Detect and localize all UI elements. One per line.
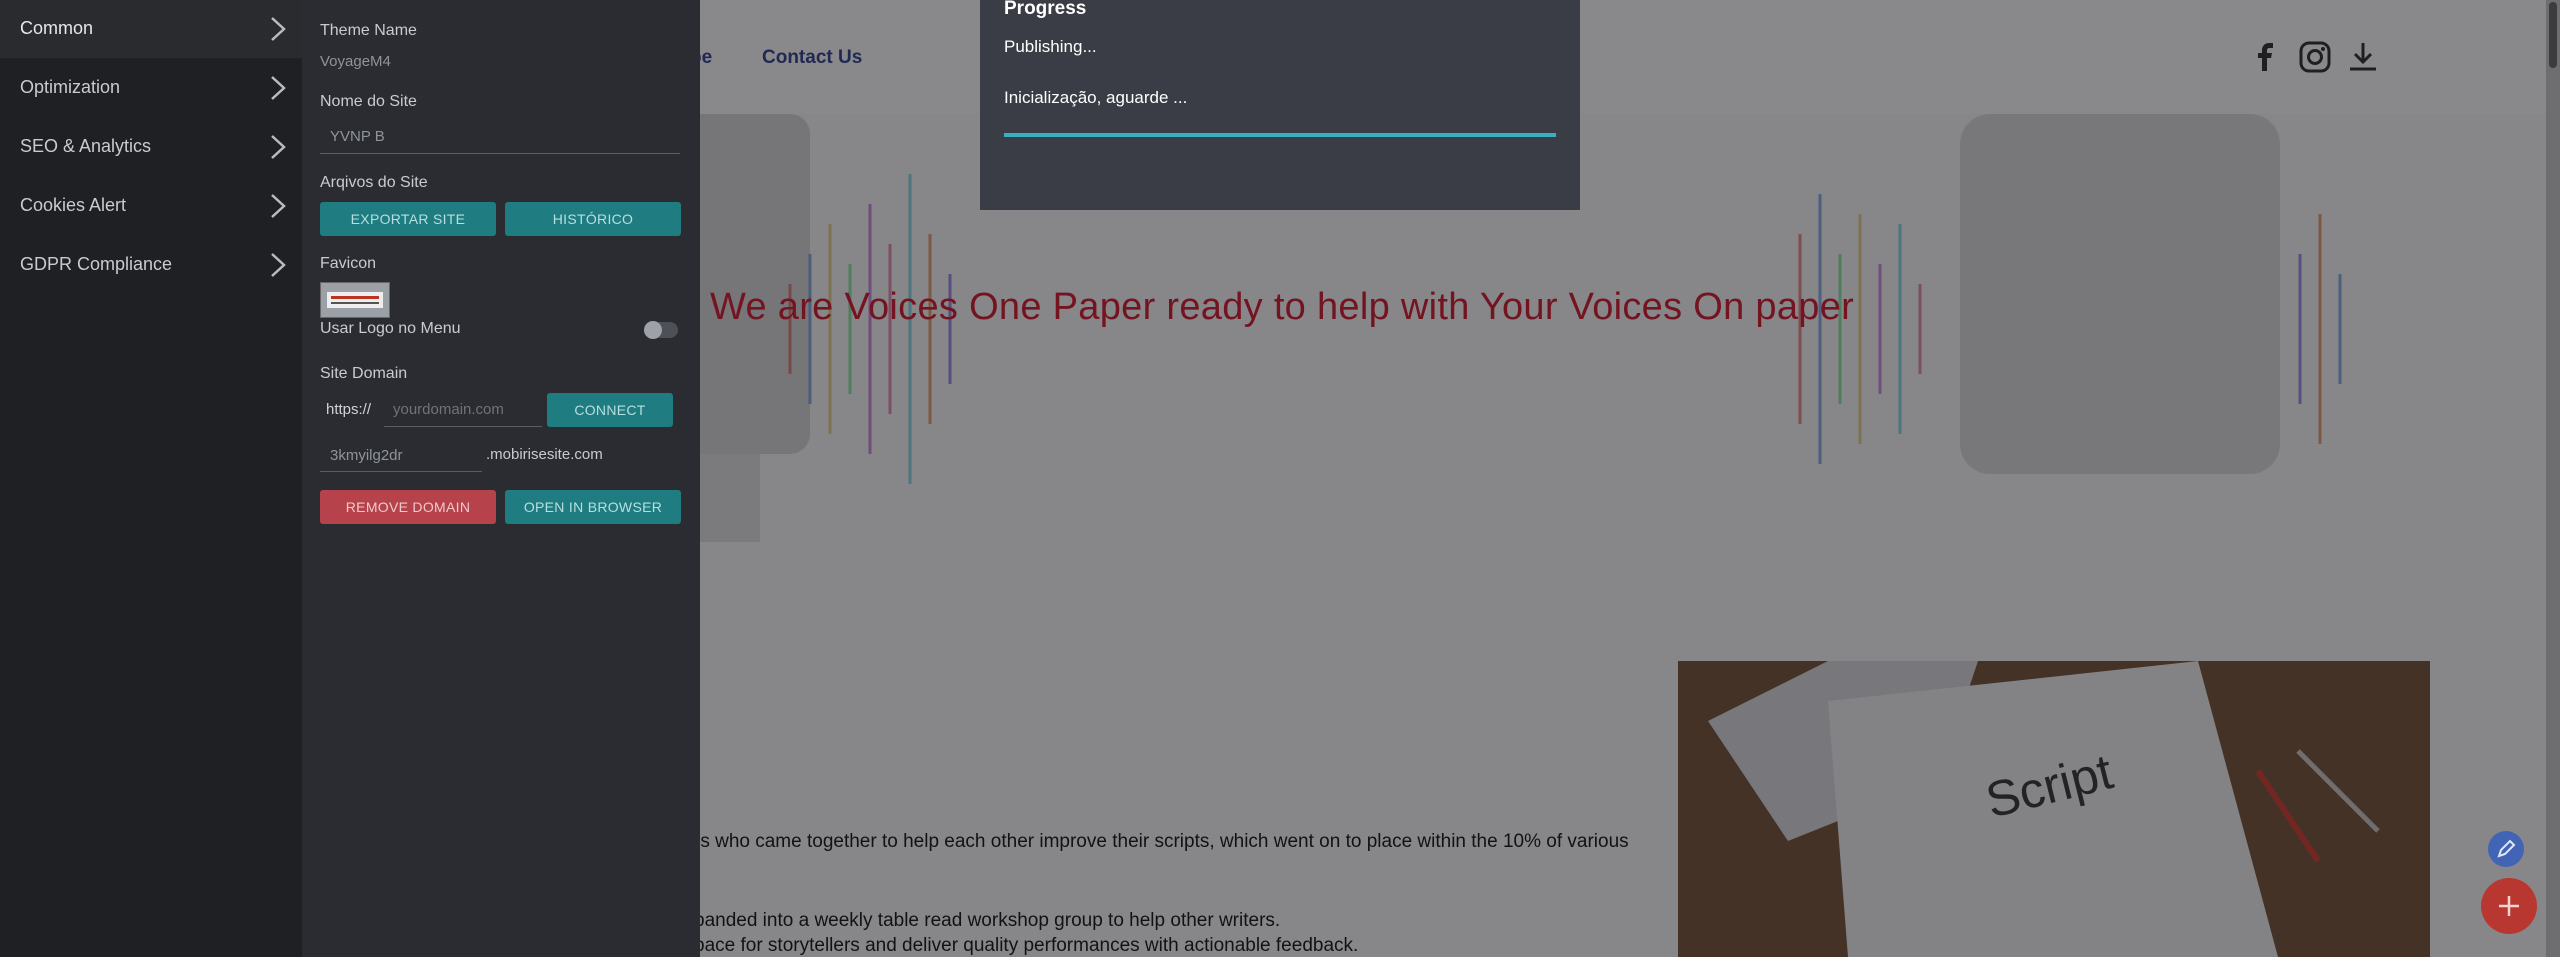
plus-icon [2499,896,2519,916]
open-in-browser-button[interactable]: OPEN IN BROWSER [505,490,681,524]
subdomain-underline [320,471,482,472]
page-scrollbar[interactable] [2546,0,2560,957]
chevron-right-icon [271,253,286,277]
edit-fab-button[interactable] [2488,831,2524,867]
sidebar-item-label: Optimization [20,77,121,97]
chevron-right-icon [271,17,286,41]
connect-button[interactable]: CONNECT [547,393,673,427]
export-site-button[interactable]: EXPORTAR SITE [320,202,496,236]
sidebar-item-cookies-alert[interactable]: Cookies Alert [0,177,302,235]
remove-domain-button[interactable]: REMOVE DOMAIN [320,490,496,524]
progress-bar-fill [1004,133,1556,137]
chevron-right-icon [271,135,286,159]
domain-input-underline [384,426,542,427]
progress-status: Publishing... [1004,37,1097,56]
use-logo-label: Usar Logo no Menu [320,320,461,337]
use-logo-toggle[interactable] [644,321,678,339]
site-name-input[interactable]: YVNP B [330,128,385,145]
sidebar-item-label: Cookies Alert [20,195,127,215]
sidebar-item-optimization[interactable]: Optimization [0,59,302,117]
sidebar-item-gdpr-compliance[interactable]: GDPR Compliance [0,236,302,294]
scrollbar-thumb[interactable] [2549,2,2557,68]
sidebar-item-label: GDPR Compliance [20,254,173,274]
domain-prefix: https:// [326,401,372,418]
toggle-knob [644,321,662,339]
add-block-fab-button[interactable] [2481,878,2537,934]
site-domain-label: Site Domain [320,365,408,382]
sidebar-item-seo-analytics[interactable]: SEO & Analytics [0,118,302,176]
subdomain-suffix: .mobirisesite.com [486,446,603,463]
favicon-image[interactable] [320,282,390,318]
site-name-label: Nome do Site [320,93,417,110]
pencil-icon [2497,839,2516,858]
theme-name-label: Theme Name [320,22,417,39]
favicon-label: Favicon [320,255,377,272]
site-files-label: Arqivos do Site [320,174,428,191]
progress-message: Inicialização, aguarde ... [1004,88,1188,107]
progress-title: Progress [1004,0,1087,19]
theme-name-value: VoyageM4 [320,53,391,70]
settings-sidebar: Common Optimization SEO & Analytics Cook… [0,0,302,957]
site-name-underline [320,153,680,154]
sidebar-item-common[interactable]: Common [0,0,302,58]
progress-dialog: Progress Publishing... Inicialização, ag… [980,0,1580,210]
sidebar-item-label: SEO & Analytics [20,136,152,156]
sidebar-item-label: Common [20,18,94,38]
chevron-right-icon [271,76,286,100]
progress-bar [1004,133,1556,137]
subdomain-input[interactable]: 3kmyilg2dr [330,447,403,464]
common-settings-panel: Theme Name VoyageM4 Nome do Site YVNP B … [302,0,700,957]
history-button[interactable]: HISTÓRICO [505,202,681,236]
domain-input[interactable]: yourdomain.com [393,401,504,418]
chevron-right-icon [271,194,286,218]
